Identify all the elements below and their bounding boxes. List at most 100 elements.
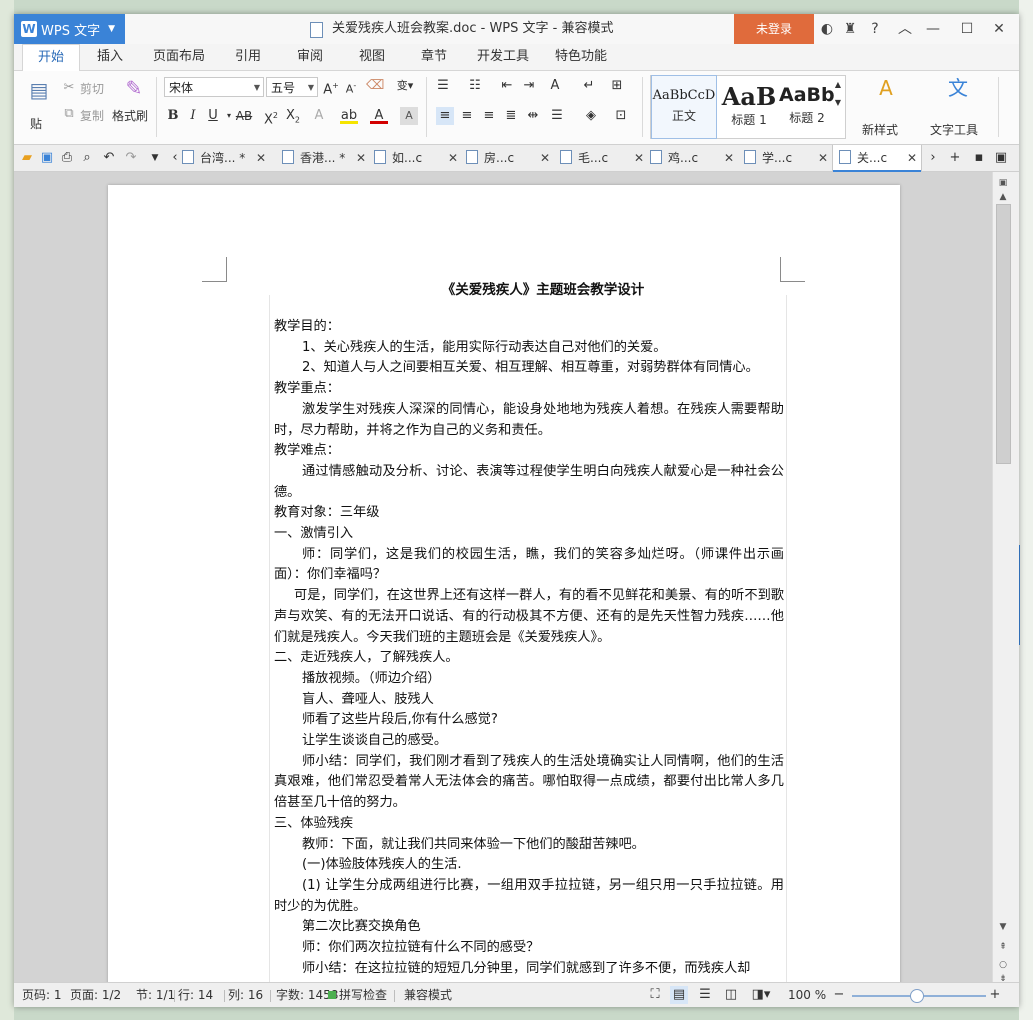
bullets-icon[interactable]: ☰ bbox=[434, 77, 452, 95]
tab-home[interactable]: 开始 bbox=[22, 44, 80, 72]
tab-menu-icon[interactable]: ▣ bbox=[992, 149, 1010, 167]
spell-check-button[interactable]: 拼写检查 bbox=[339, 983, 387, 1007]
panel-toggle-icon[interactable]: ▣ bbox=[997, 178, 1009, 188]
print-icon[interactable]: ⎙ bbox=[58, 149, 76, 167]
text-effect-icon[interactable]: A bbox=[310, 107, 328, 125]
decrease-indent-icon[interactable]: ⇤ bbox=[498, 77, 516, 95]
style-gallery-scroll-icon[interactable]: ▲ ▼ bbox=[833, 76, 843, 107]
justify-icon[interactable]: ≣ bbox=[502, 107, 520, 125]
cut-button[interactable]: 剪切 bbox=[80, 80, 104, 97]
page-view-icon[interactable]: ▤ bbox=[670, 986, 688, 1004]
tab-insert[interactable]: 插入 bbox=[90, 44, 130, 70]
open-folder-icon[interactable]: ▰ bbox=[18, 149, 36, 167]
doc-tab[interactable]: 台湾... * ✕ bbox=[182, 145, 266, 171]
phonetic-guide-icon[interactable]: 变▾ bbox=[392, 77, 418, 95]
show-marks-icon[interactable]: ↵ bbox=[580, 77, 598, 95]
subscript-icon[interactable]: X2 bbox=[284, 107, 302, 125]
tab-review[interactable]: 审阅 bbox=[290, 44, 330, 70]
style-heading-2[interactable]: AaBb( 标题 2 bbox=[779, 76, 835, 138]
wps-app-menu-button[interactable]: W WPS 文字 ▼ bbox=[14, 14, 125, 44]
align-center-icon[interactable]: ≡ bbox=[458, 107, 476, 125]
prev-page-icon[interactable]: ⇞ bbox=[997, 942, 1009, 952]
clear-format-icon[interactable]: ⌫ bbox=[366, 77, 384, 95]
scroll-up-icon[interactable]: ▲ bbox=[997, 192, 1009, 202]
close-tab-icon[interactable]: ✕ bbox=[540, 145, 550, 171]
save-icon[interactable]: ▣ bbox=[38, 149, 56, 167]
new-style-button[interactable]: 新样式 bbox=[862, 121, 898, 138]
new-tab-icon[interactable]: + bbox=[946, 149, 964, 167]
close-tab-icon[interactable]: ✕ bbox=[907, 145, 917, 171]
paste-label[interactable]: 贴 bbox=[30, 115, 42, 132]
font-name-select[interactable]: 宋体 ▼ bbox=[164, 77, 264, 97]
close-tab-icon[interactable]: ✕ bbox=[256, 145, 266, 171]
char-shading-icon[interactable]: A bbox=[400, 107, 418, 125]
zoom-out-icon[interactable]: − bbox=[830, 986, 848, 1004]
zoom-level[interactable]: 100 % bbox=[788, 983, 826, 1007]
close-tab-icon[interactable]: ✕ bbox=[818, 145, 828, 171]
close-tab-icon[interactable]: ✕ bbox=[724, 145, 734, 171]
copy-button[interactable]: 复制 bbox=[80, 107, 104, 124]
close-icon[interactable]: ✕ bbox=[988, 14, 1010, 44]
collapse-ribbon-icon[interactable]: ︿ bbox=[894, 14, 916, 44]
bold-icon[interactable]: B bbox=[164, 107, 182, 125]
zoom-slider-knob[interactable] bbox=[910, 989, 924, 1003]
scrollbar-thumb[interactable] bbox=[996, 204, 1011, 464]
vertical-scrollbar[interactable]: ▣ ▲ ▼ ⇞ ○ ⇟ bbox=[992, 172, 1019, 984]
strikethrough-icon[interactable]: AB bbox=[232, 107, 256, 125]
tab-section[interactable]: 章节 bbox=[414, 44, 454, 70]
line-spacing-icon[interactable]: ☰ bbox=[548, 107, 566, 125]
quick-access-dropdown-icon[interactable]: ▼ bbox=[146, 149, 164, 167]
doc-tab[interactable]: 学...c ✕ bbox=[744, 145, 828, 171]
paste-icon[interactable]: ▤ bbox=[28, 80, 50, 107]
doc-tab[interactable]: 如...c ✕ bbox=[374, 145, 458, 171]
superscript-icon[interactable]: X2 bbox=[262, 107, 280, 127]
tab-view[interactable]: 视图 bbox=[352, 44, 392, 70]
doc-tab[interactable]: 鸡...c ✕ bbox=[650, 145, 734, 171]
borders-icon[interactable]: ⊡ bbox=[612, 107, 630, 125]
text-direction-icon[interactable]: A bbox=[546, 77, 564, 95]
maximize-icon[interactable]: ☐ bbox=[956, 14, 978, 44]
font-size-select[interactable]: 五号 ▼ bbox=[266, 77, 318, 97]
tab-references[interactable]: 引用 bbox=[228, 44, 268, 70]
tab-page-layout[interactable]: 页面布局 bbox=[148, 44, 210, 70]
tab-special[interactable]: 特色功能 bbox=[550, 44, 612, 70]
reading-view-icon[interactable]: ◨▾ bbox=[748, 986, 774, 1004]
help-icon[interactable]: ? bbox=[864, 14, 886, 44]
align-left-icon[interactable]: ≡ bbox=[436, 107, 454, 125]
undo-icon[interactable]: ↶ bbox=[100, 149, 118, 167]
close-tab-icon[interactable]: ✕ bbox=[448, 145, 458, 171]
shrink-font-icon[interactable]: A- bbox=[342, 77, 360, 96]
doc-tab[interactable]: 毛...c ✕ bbox=[560, 145, 644, 171]
shirt-icon[interactable]: ♜ bbox=[839, 14, 861, 44]
distributed-icon[interactable]: ⇹ bbox=[524, 107, 542, 125]
tab-developer[interactable]: 开发工具 bbox=[472, 44, 534, 70]
doc-tab[interactable]: 房...c ✕ bbox=[466, 145, 550, 171]
zoom-in-icon[interactable]: + bbox=[986, 986, 1004, 1004]
close-tab-icon[interactable]: ✕ bbox=[634, 145, 644, 171]
skin-icon[interactable]: ◐ bbox=[816, 14, 838, 44]
style-normal[interactable]: AaBbCcD 正文 bbox=[651, 75, 717, 139]
align-right-icon[interactable]: ≡ bbox=[480, 107, 498, 125]
scroll-down-icon[interactable]: ▼ bbox=[997, 922, 1009, 932]
style-heading-1[interactable]: AaB 标题 1 bbox=[717, 76, 781, 138]
minimize-icon[interactable]: — bbox=[922, 14, 944, 44]
shading-icon[interactable]: ◈ bbox=[582, 107, 600, 125]
grow-font-icon[interactable]: A+ bbox=[322, 77, 340, 97]
numbering-icon[interactable]: ☷ bbox=[466, 77, 484, 95]
doc-tab[interactable]: 香港... * ✕ bbox=[282, 145, 366, 171]
doc-tab-active[interactable]: 关...c ✕ bbox=[832, 145, 922, 172]
italic-icon[interactable]: I bbox=[184, 107, 202, 125]
text-tools-button[interactable]: 文字工具 bbox=[930, 121, 978, 138]
tabs-scroll-right-icon[interactable]: › bbox=[924, 149, 942, 167]
highlight-icon[interactable]: ab bbox=[340, 107, 358, 124]
tab-list-icon[interactable]: ▪ bbox=[970, 149, 988, 167]
login-button[interactable]: 未登录 bbox=[734, 14, 814, 44]
increase-indent-icon[interactable]: ⇥ bbox=[520, 77, 538, 95]
document-body[interactable]: 《关爱残疾人》主题班会教学设计 教学目的： 1、关心残疾人的生活，能用实际行动表达… bbox=[274, 278, 784, 980]
outline-view-icon[interactable]: ☰ bbox=[696, 986, 714, 1004]
table-icon[interactable]: ⊞ bbox=[608, 77, 626, 95]
document-page[interactable]: 《关爱残疾人》主题班会教学设计 教学目的： 1、关心残疾人的生活，能用实际行动表达… bbox=[108, 185, 900, 982]
web-view-icon[interactable]: ◫ bbox=[722, 986, 740, 1004]
format-painter-button[interactable]: 格式刷 bbox=[112, 107, 148, 124]
fullscreen-view-icon[interactable]: ⛶ bbox=[646, 986, 664, 1004]
